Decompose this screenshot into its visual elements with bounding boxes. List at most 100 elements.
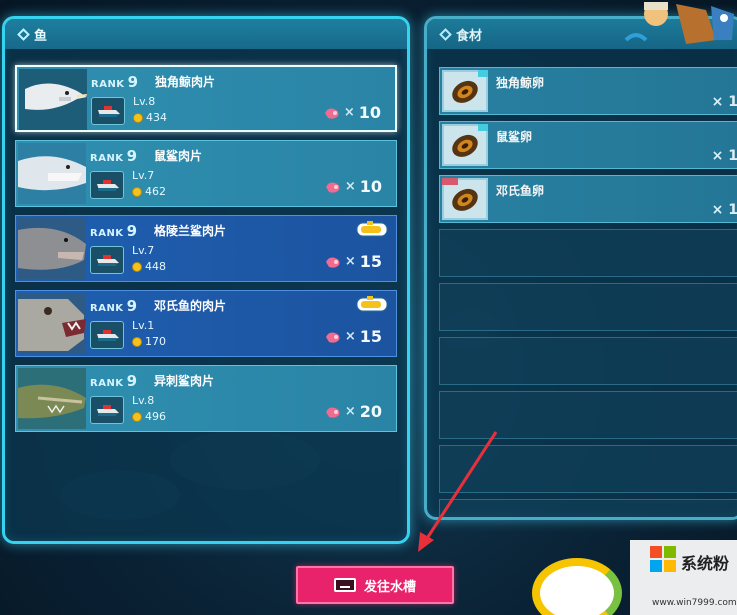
keyboard-key-icon	[333, 578, 356, 592]
fish-name: 异刺鲨肉片	[154, 374, 215, 388]
fish-image	[18, 218, 86, 279]
quantity-value: 10	[358, 103, 381, 122]
quantity-value: 20	[359, 402, 382, 421]
fish-row[interactable]: RANK 9 格陵兰鲨肉片 Lv.7 448 × 15	[15, 215, 397, 282]
quantity-value: 15	[359, 327, 382, 346]
send-to-tank-button[interactable]: 发往水槽	[296, 566, 454, 604]
ingredient-panel-title: 食材	[456, 28, 483, 44]
diamond-icon	[439, 27, 452, 41]
fish-panel: 鱼 RANK9 独角鲸肉片 Lv.8 434 × 10 RANK9 鼠鲨肉片	[2, 16, 410, 544]
fish-level: Lv.8	[132, 394, 155, 407]
times-sign: ×	[343, 105, 355, 120]
boat-icon	[90, 321, 124, 349]
empty-ingredient-slot	[439, 229, 737, 277]
coin-amount: 496	[145, 410, 166, 423]
boat-icon	[90, 171, 124, 199]
rank-text: RANK	[90, 153, 124, 164]
meat-icon	[325, 332, 340, 343]
ingredient-row[interactable]: 邓氏鱼卵 × 1	[439, 175, 737, 223]
rank-number: 9	[127, 73, 139, 91]
character-art	[624, 2, 734, 44]
quantity-value: 15	[359, 252, 382, 271]
coin-icon	[132, 411, 142, 422]
meat-icon	[325, 407, 340, 418]
boat-icon-graphic	[97, 405, 119, 416]
rank-text: RANK	[90, 303, 124, 314]
rank-number: 9	[126, 147, 138, 165]
fish-image	[18, 293, 86, 354]
ingredient-panel: 食材 独角鲸卵 × 1 鼠鲨卵 × 1 邓氏鱼卵 × 1	[424, 16, 737, 520]
coin-icon	[133, 112, 143, 123]
coin-value: 170	[132, 335, 166, 348]
fish-quantity: × 15	[325, 327, 382, 346]
fish-row[interactable]: RANK 9 鼠鲨肉片 Lv.7 462 × 10	[15, 140, 397, 207]
ingredient-name: 邓氏鱼卵	[496, 184, 545, 198]
coin-amount: 462	[145, 185, 166, 198]
coin-amount: 448	[145, 260, 166, 273]
quantity-value: 1	[728, 148, 737, 164]
boat-icon-graphic	[98, 106, 120, 117]
fish-level: Lv.7	[132, 169, 155, 182]
rank-text: RANK	[90, 378, 124, 389]
send-to-tank-label: 发往水槽	[363, 579, 416, 595]
quantity-value: 1	[728, 202, 737, 218]
quantity-value: 1	[728, 94, 737, 110]
coin-icon	[132, 186, 142, 197]
ingredient-row[interactable]: 独角鲸卵 × 1	[439, 67, 737, 115]
coin-value: 448	[132, 260, 166, 273]
diamond-icon	[17, 27, 30, 41]
empty-ingredient-slot	[439, 337, 737, 385]
quantity-value: 10	[359, 177, 382, 196]
item-tag-icon	[478, 70, 488, 77]
fish-row[interactable]: RANK 9 邓氏鱼的肉片 Lv.1 170 × 15	[15, 290, 397, 357]
coin-amount: 434	[146, 111, 167, 124]
ingredient-quantity: × 1	[712, 148, 737, 164]
fish-panel-header: 鱼	[5, 19, 407, 49]
fish-level: Lv.7	[132, 244, 155, 257]
empty-ingredient-slot	[439, 391, 737, 439]
rank-text: RANK	[91, 79, 125, 90]
rank-number: 9	[126, 222, 138, 240]
ingredient-row[interactable]: 鼠鲨卵 × 1	[439, 121, 737, 169]
fish-quantity: × 15	[325, 252, 382, 271]
times-sign: ×	[711, 202, 724, 218]
rank-label: RANK 9	[90, 147, 138, 165]
item-tag-icon	[442, 178, 458, 185]
empty-ingredient-slot	[439, 499, 737, 517]
rank-number: 9	[126, 297, 138, 315]
meat-icon	[325, 257, 340, 268]
fish-row[interactable]: RANK 9 异刺鲨肉片 Lv.8 496 × 20	[15, 365, 397, 432]
rank-label: RANK 9	[90, 372, 138, 390]
ingredient-list: 独角鲸卵 × 1 鼠鲨卵 × 1 邓氏鱼卵 × 1	[439, 67, 737, 517]
boat-icon-graphic	[97, 180, 119, 191]
coin-value: 434	[133, 111, 167, 124]
fish-image	[19, 69, 87, 130]
coin-icon	[132, 261, 142, 272]
boat-icon	[90, 246, 124, 274]
fish-name: 鼠鲨肉片	[154, 149, 203, 163]
watermark-ring-icon	[532, 558, 622, 615]
fish-level: Lv.8	[133, 95, 156, 108]
times-sign: ×	[711, 94, 724, 110]
rank-label: RANK 9	[91, 73, 139, 91]
submarine-icon	[356, 221, 388, 237]
fish-quantity: × 20	[325, 402, 382, 421]
rank-label: RANK 9	[90, 297, 138, 315]
times-sign: ×	[344, 179, 356, 194]
fish-name: 独角鲸肉片	[155, 75, 216, 89]
coin-value: 462	[132, 185, 166, 198]
coin-icon	[132, 336, 142, 347]
times-sign: ×	[711, 148, 724, 164]
times-sign: ×	[344, 254, 356, 269]
times-sign: ×	[344, 329, 356, 344]
ingredient-name: 独角鲸卵	[496, 76, 545, 90]
boat-icon-graphic	[97, 330, 119, 341]
watermark-brand: 系统粉	[681, 554, 730, 573]
item-tag-icon	[478, 124, 488, 131]
coin-amount: 170	[145, 335, 166, 348]
ingredient-quantity: × 1	[712, 94, 737, 110]
fish-image	[18, 143, 86, 204]
windows-logo-icon	[650, 546, 676, 572]
fish-row[interactable]: RANK 9 独角鲸肉片 Lv.8 434 × 10	[15, 65, 397, 132]
coin-value: 496	[132, 410, 166, 423]
